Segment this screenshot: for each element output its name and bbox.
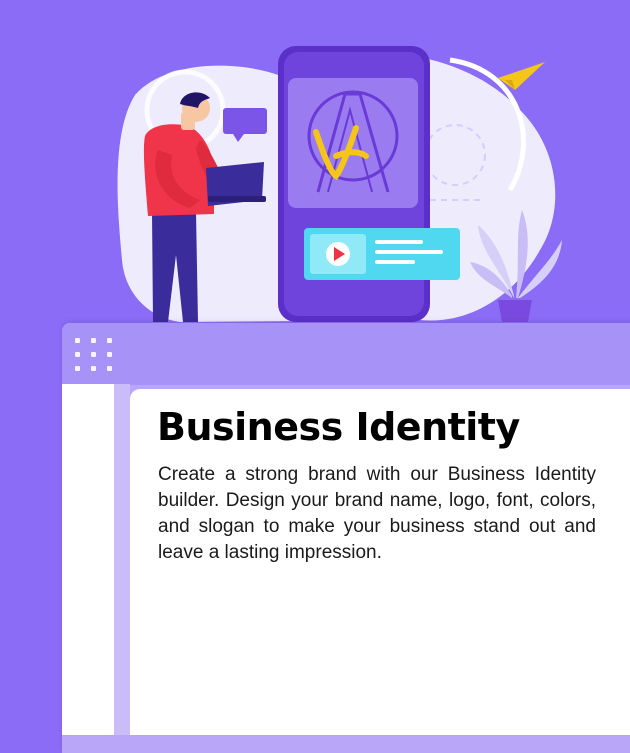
- video-card: [304, 228, 460, 280]
- window-header-bar: [62, 323, 630, 385]
- grid-dots-icon: [75, 338, 119, 374]
- card-description: Create a strong brand with our Business …: [158, 464, 596, 563]
- sidebar-divider: [114, 384, 130, 735]
- window-sidebar: [62, 384, 114, 735]
- card-title: Business Identity: [157, 405, 520, 449]
- hero-illustration: [117, 46, 562, 322]
